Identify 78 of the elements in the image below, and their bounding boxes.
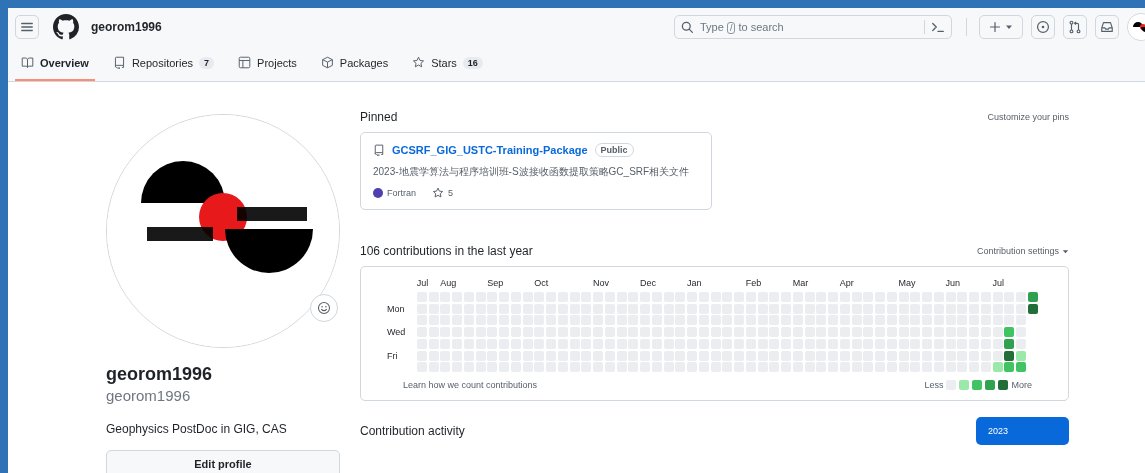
contribution-cell[interactable] xyxy=(992,338,1003,349)
learn-link[interactable]: Learn how we count contributions xyxy=(403,380,538,391)
contribution-cell[interactable] xyxy=(992,327,1003,337)
month-label: Jul xyxy=(992,277,1004,289)
contribution-cell[interactable] xyxy=(1016,350,1026,361)
cat-logo-icon[interactable] xyxy=(53,14,79,40)
contribution-cell[interactable] xyxy=(1027,291,1038,302)
contribution-cell[interactable] xyxy=(1004,327,1015,337)
caret-icon xyxy=(1005,23,1013,31)
language-name: Fortran xyxy=(387,188,416,198)
month-label: Sep xyxy=(487,277,504,289)
contribution-settings-button[interactable]: Contribution settings xyxy=(976,246,1069,256)
star-icon xyxy=(412,56,426,69)
star-icon xyxy=(432,187,444,199)
contribution-cell[interactable] xyxy=(1004,338,1015,349)
activity-title: Contribution activity xyxy=(360,424,465,439)
command-palette-icon[interactable] xyxy=(931,21,945,33)
section-title: Pinned xyxy=(360,110,398,124)
search-field[interactable]: Type / to search xyxy=(674,15,952,39)
edit-profile-button[interactable]: Edit profile xyxy=(106,450,340,473)
year-button[interactable]: 2023 xyxy=(976,417,1069,446)
repo-icon xyxy=(373,144,385,156)
profile-tab[interactable]: Packages xyxy=(314,46,395,81)
contributions-title: 106 contributions in the last year xyxy=(360,244,533,258)
weekday-label: Mon xyxy=(387,302,406,315)
pull-requests-button[interactable] xyxy=(1063,15,1087,39)
table-icon xyxy=(238,56,252,69)
contribution-cell[interactable] xyxy=(1004,315,1015,326)
star-count: 5 xyxy=(448,188,454,198)
month-label: Jul xyxy=(416,277,429,289)
repo-link[interactable]: GCSRF_GIG_USTC-Training-Package xyxy=(392,144,588,156)
profile-tab[interactable]: Stars 16 xyxy=(406,46,489,81)
month-label: Dec xyxy=(640,277,656,289)
month-label: Apr xyxy=(839,277,854,289)
menu-button[interactable] xyxy=(15,15,39,39)
repo-description: 2023-地震学算法与程序培训班-S波接收函数提取策略GC_SRF相关文件 xyxy=(373,165,691,179)
month-label: Mar xyxy=(792,277,809,289)
contribution-cell[interactable] xyxy=(1004,350,1015,361)
contribution-cell[interactable] xyxy=(992,315,1003,326)
weekday-label: Wed xyxy=(387,326,407,338)
caret-icon xyxy=(1062,247,1069,255)
set-status-button[interactable] xyxy=(310,294,338,322)
create-new-button[interactable] xyxy=(979,15,1023,39)
issues-button[interactable] xyxy=(1031,15,1055,39)
inbox-button[interactable] xyxy=(1095,15,1119,39)
profile-name: georom1996 xyxy=(106,364,214,385)
issue-icon xyxy=(1036,20,1050,34)
book-icon xyxy=(21,56,34,69)
menu-icon xyxy=(20,20,34,34)
month-label: Oct xyxy=(534,277,549,289)
month-label: Jun xyxy=(945,277,960,289)
legend-more: More xyxy=(1011,380,1032,391)
month-label: Aug xyxy=(440,277,457,289)
profile-tab[interactable]: Repositories 7 xyxy=(106,46,221,81)
legend-less: Less xyxy=(924,380,944,391)
smiley-icon xyxy=(317,301,331,315)
search-icon xyxy=(681,20,694,34)
contribution-cell[interactable] xyxy=(992,362,1003,373)
weekday-label: Fri xyxy=(387,349,399,362)
pull-request-icon xyxy=(1068,20,1082,34)
contribution-cell[interactable] xyxy=(992,350,1003,361)
profile-tab[interactable]: Overview xyxy=(15,46,95,81)
profile-bio: Geophysics PostDoc in GIG, CAS xyxy=(106,422,288,436)
plus-icon xyxy=(989,21,1001,33)
contribution-cell[interactable] xyxy=(1016,362,1026,373)
customize-pins-link[interactable]: Customize your pins xyxy=(987,112,1069,122)
inbox-icon xyxy=(1100,20,1114,34)
month-label: Nov xyxy=(593,277,609,289)
username-link[interactable]: georom1996 xyxy=(91,20,162,34)
month-label: Feb xyxy=(745,277,762,289)
contribution-cell[interactable] xyxy=(1004,362,1015,373)
profile-tab[interactable]: Projects xyxy=(232,46,303,81)
month-label: Jan xyxy=(687,277,702,289)
month-label: May xyxy=(898,277,916,289)
package-icon xyxy=(320,56,334,69)
profile-login: georom1996 xyxy=(106,387,192,404)
repo-icon xyxy=(112,56,126,69)
contribution-cell[interactable] xyxy=(1027,303,1038,314)
